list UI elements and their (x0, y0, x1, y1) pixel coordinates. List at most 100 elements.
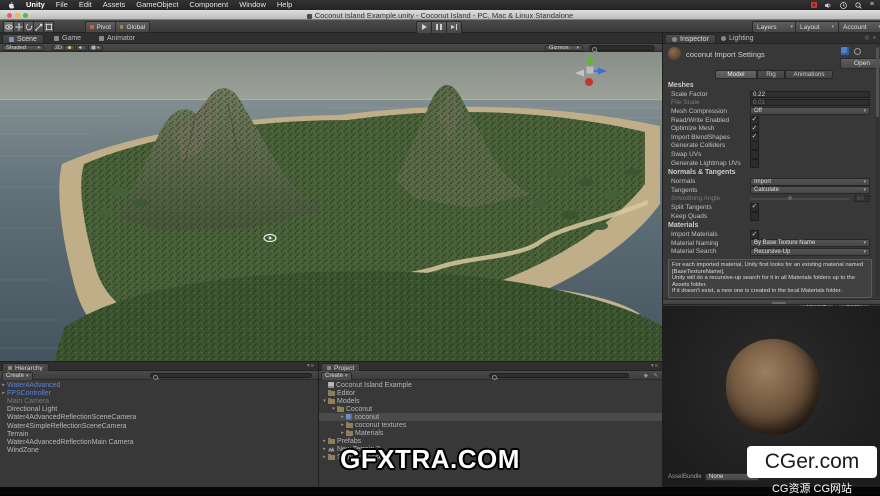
layout-dropdown[interactable]: Layout▾ (795, 21, 839, 33)
tab-scene[interactable]: Scene (2, 34, 44, 43)
project-item[interactable]: ▸Materials (319, 429, 662, 437)
global-toggle-button[interactable]: Global (116, 21, 150, 33)
menu-gameobject[interactable]: GameObject (136, 0, 178, 10)
setting-row: Split Tangents (663, 203, 880, 212)
setting-control: Off▾ (750, 107, 870, 115)
search-by-label-icon[interactable]: ✎ (653, 373, 658, 379)
rotate-tool-button[interactable] (24, 21, 34, 33)
scene-viewport[interactable] (0, 52, 662, 361)
menu-assets[interactable]: Assets (103, 0, 126, 10)
folder-icon (328, 391, 335, 396)
expand-arrow-icon[interactable]: ▾ (330, 406, 337, 412)
coconut-preview-sphere[interactable] (726, 339, 820, 435)
panel-menu-icon[interactable]: ▾≡ (651, 363, 659, 369)
panel-menu-icon[interactable]: ▾≡ (307, 363, 315, 369)
shading-mode-dropdown[interactable]: Shaded▾ (2, 45, 44, 52)
material-search-dropdown[interactable]: Recursive-Up▾ (750, 248, 870, 256)
menu-unity[interactable]: Unity (26, 0, 45, 10)
mesh-compression-dropdown[interactable]: Off▾ (750, 107, 870, 115)
setting-control (750, 159, 870, 168)
gear-icon[interactable] (854, 48, 861, 55)
inspector-scrollbar[interactable] (876, 45, 880, 297)
scene-search-input[interactable] (589, 45, 655, 51)
record-icon[interactable] (811, 2, 817, 8)
step-button[interactable] (447, 21, 462, 34)
hierarchy-item[interactable]: Terrain (0, 430, 318, 438)
expand-arrow-icon[interactable]: ▸ (339, 414, 346, 420)
pivot-icon (90, 25, 94, 29)
project-item[interactable]: ▸coconut textures (319, 421, 662, 429)
generate-lightmap-uvs-checkbox[interactable] (750, 159, 759, 168)
material-naming-dropdown[interactable]: By Base Texture Name▾ (750, 239, 870, 247)
account-dropdown[interactable]: Account▾ (838, 21, 880, 33)
project-item[interactable]: Editor (319, 389, 662, 397)
hierarchy-item[interactable]: Directional Light (0, 406, 318, 414)
open-button[interactable]: Open (840, 58, 880, 69)
play-button[interactable] (416, 21, 432, 34)
hierarchy-item-label: Water4Advanced (7, 382, 60, 389)
hierarchy-item[interactable]: ▸FPSController (0, 389, 318, 397)
spotlight-icon[interactable] (855, 2, 862, 9)
hierarchy-item[interactable]: ▸Water4Advanced (0, 381, 318, 389)
expand-arrow-icon[interactable]: ▸ (339, 422, 346, 428)
expand-arrow-icon[interactable]: ▸ (0, 390, 7, 396)
import-settings: MeshesScale Factor0.22File Scale0.01Mesh… (663, 80, 880, 256)
pause-button[interactable] (432, 21, 447, 34)
control-list-icon[interactable]: ≡ (870, 0, 874, 10)
setting-row: Generate Colliders (663, 142, 880, 151)
hierarchy-item[interactable]: WindZone (0, 447, 318, 455)
tab-game[interactable]: Game (48, 34, 87, 43)
scene-audio-toggle[interactable] (76, 45, 87, 52)
clock-icon[interactable] (840, 2, 847, 9)
project-item[interactable]: Coconut Island Example (319, 381, 662, 389)
tab-inspector[interactable]: Inspector (665, 34, 716, 43)
preview-resize-handle[interactable] (663, 299, 880, 305)
hierarchy-item[interactable]: Water4SimpleReflectionSceneCamera (0, 422, 318, 430)
normals-dropdown[interactable]: Import▾ (750, 178, 870, 186)
expand-arrow-icon[interactable]: ▾ (321, 398, 328, 404)
expand-arrow-icon[interactable]: ▸ (339, 430, 346, 436)
keep-quads-checkbox[interactable] (750, 212, 759, 221)
mode-tab-model[interactable]: Model (715, 70, 757, 79)
apple-icon[interactable] (8, 1, 15, 9)
menu-window[interactable]: Window (239, 0, 266, 10)
project-search-input[interactable] (489, 373, 629, 379)
hierarchy-item[interactable]: Water4AdvancedReflectionMain Camera (0, 438, 318, 446)
menu-component[interactable]: Component (189, 0, 228, 10)
hierarchy-item-label: Terrain (7, 431, 28, 438)
effects-dropdown[interactable]: ▾ (88, 45, 103, 52)
expand-arrow-icon[interactable]: ▸ (0, 382, 7, 388)
setting-label: Mesh Compression (671, 108, 750, 115)
search-by-type-icon[interactable]: ◆ (644, 373, 648, 379)
volume-icon[interactable] (825, 2, 832, 9)
move-tool-button[interactable] (14, 21, 24, 33)
menu-help[interactable]: Help (277, 0, 292, 10)
scale-factor-field[interactable]: 0.22 (750, 91, 870, 98)
project-item[interactable]: ▾Coconut (319, 405, 662, 413)
hierarchy-item[interactable]: Water4AdvancedReflectionSceneCamera (0, 414, 318, 422)
menu-edit[interactable]: Edit (79, 0, 92, 10)
project-item[interactable]: ▸coconut (319, 413, 662, 421)
mode-tab-animations[interactable]: Animations (785, 70, 833, 79)
pivot-toggle-button[interactable]: Pivot (85, 21, 116, 33)
setting-row: File Scale0.01 (663, 99, 880, 108)
menu-file[interactable]: File (56, 0, 68, 10)
gizmos-dropdown[interactable]: Gizmos▾ (545, 45, 583, 52)
tab-lighting[interactable]: Lighting (715, 34, 760, 43)
project-item[interactable]: ▾Models (319, 397, 662, 405)
scene-lighting-toggle[interactable] (64, 45, 75, 52)
tab-animator[interactable]: Animator (93, 34, 141, 43)
hierarchy-panel: Hierarchy ▾≡ Create▾ ▸Water4Advanced▸FPS… (0, 362, 318, 487)
section-header: Materials (663, 220, 880, 230)
import-materials-checkbox[interactable] (750, 230, 759, 239)
tangents-dropdown[interactable]: Calculate▾ (750, 186, 870, 194)
mode-tab-rig[interactable]: Rig (757, 70, 785, 79)
inspector-lock-icon[interactable]: ◎ ≡ (864, 35, 877, 41)
scale-tool-button[interactable] (34, 21, 44, 33)
view-tool-button[interactable] (3, 21, 14, 33)
hierarchy-search-input[interactable] (150, 373, 312, 379)
layers-dropdown[interactable]: Layers▾ (752, 21, 798, 33)
hierarchy-item[interactable]: Main Camera (0, 397, 318, 405)
lighting-tab-icon (721, 36, 726, 41)
rect-tool-button[interactable] (44, 21, 54, 33)
